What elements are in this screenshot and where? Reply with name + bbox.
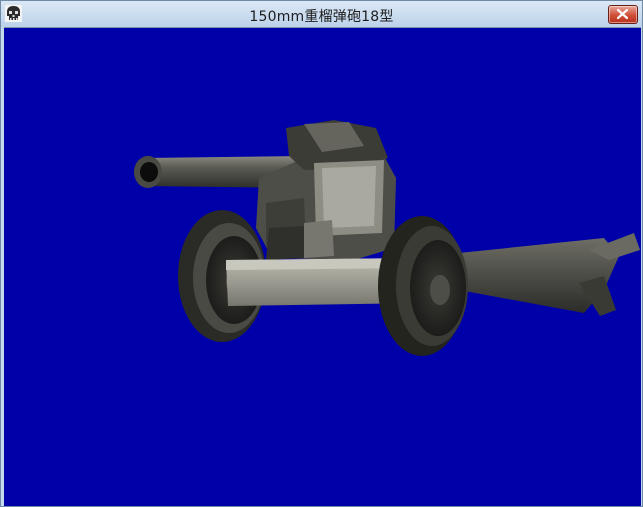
window-title: 150mm重榴弹砲18型 xyxy=(249,9,394,25)
app-window: 150mm重榴弹砲18型 xyxy=(0,0,643,507)
render-viewport[interactable] xyxy=(4,27,641,506)
close-icon xyxy=(617,9,628,19)
artillery-gun-model xyxy=(134,120,640,356)
close-button[interactable] xyxy=(608,5,638,24)
title-bar[interactable]: 150mm重榴弹砲18型 xyxy=(1,1,642,27)
